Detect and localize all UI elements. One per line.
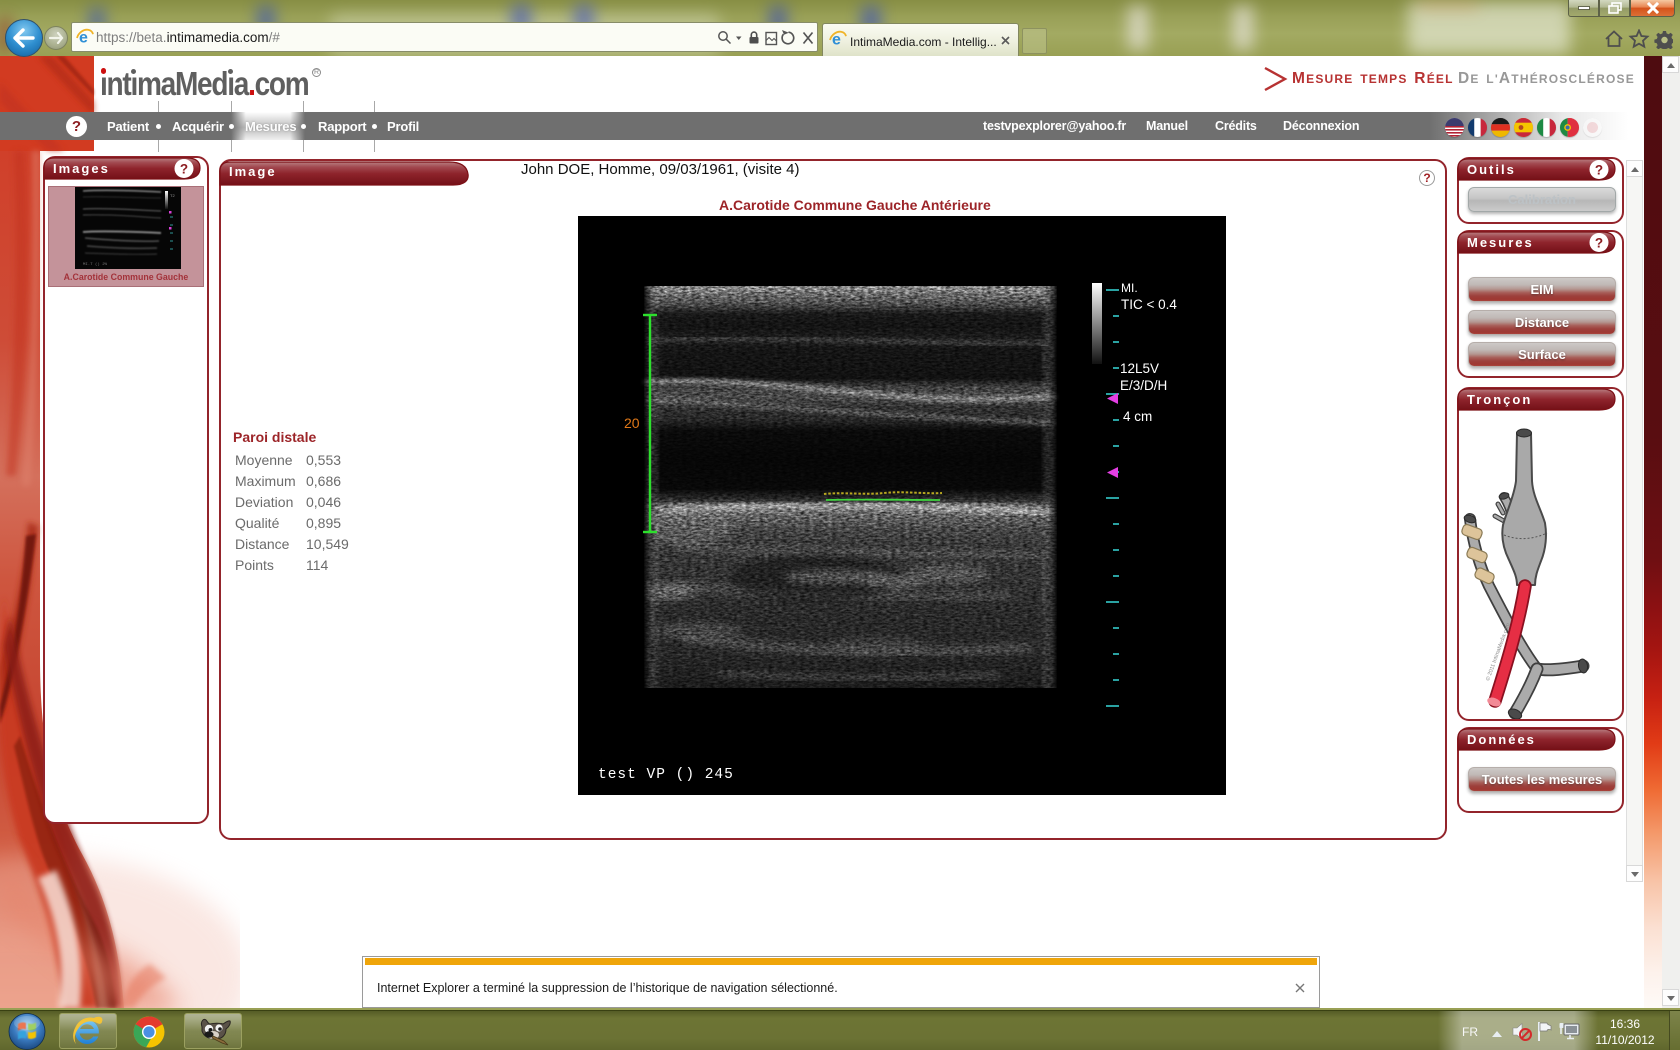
- svg-text:12L5V: 12L5V: [1120, 361, 1159, 376]
- svg-text:MI.: MI.: [1121, 281, 1138, 295]
- svg-text:E/3/D/H: E/3/D/H: [1120, 378, 1167, 393]
- svg-text:?: ?: [1595, 163, 1603, 178]
- svg-text:?: ?: [1595, 236, 1603, 251]
- svg-text:TIC < 0.4: TIC < 0.4: [1121, 297, 1177, 312]
- svg-text:?: ?: [180, 162, 188, 177]
- svg-text:4 cm: 4 cm: [1123, 409, 1152, 424]
- svg-text:20: 20: [624, 415, 640, 431]
- svg-text:MI.T () 2%: MI.T () 2%: [83, 262, 108, 267]
- svg-text:T2: T2: [170, 193, 175, 198]
- svg-text:test VP () 245: test VP () 245: [598, 767, 734, 783]
